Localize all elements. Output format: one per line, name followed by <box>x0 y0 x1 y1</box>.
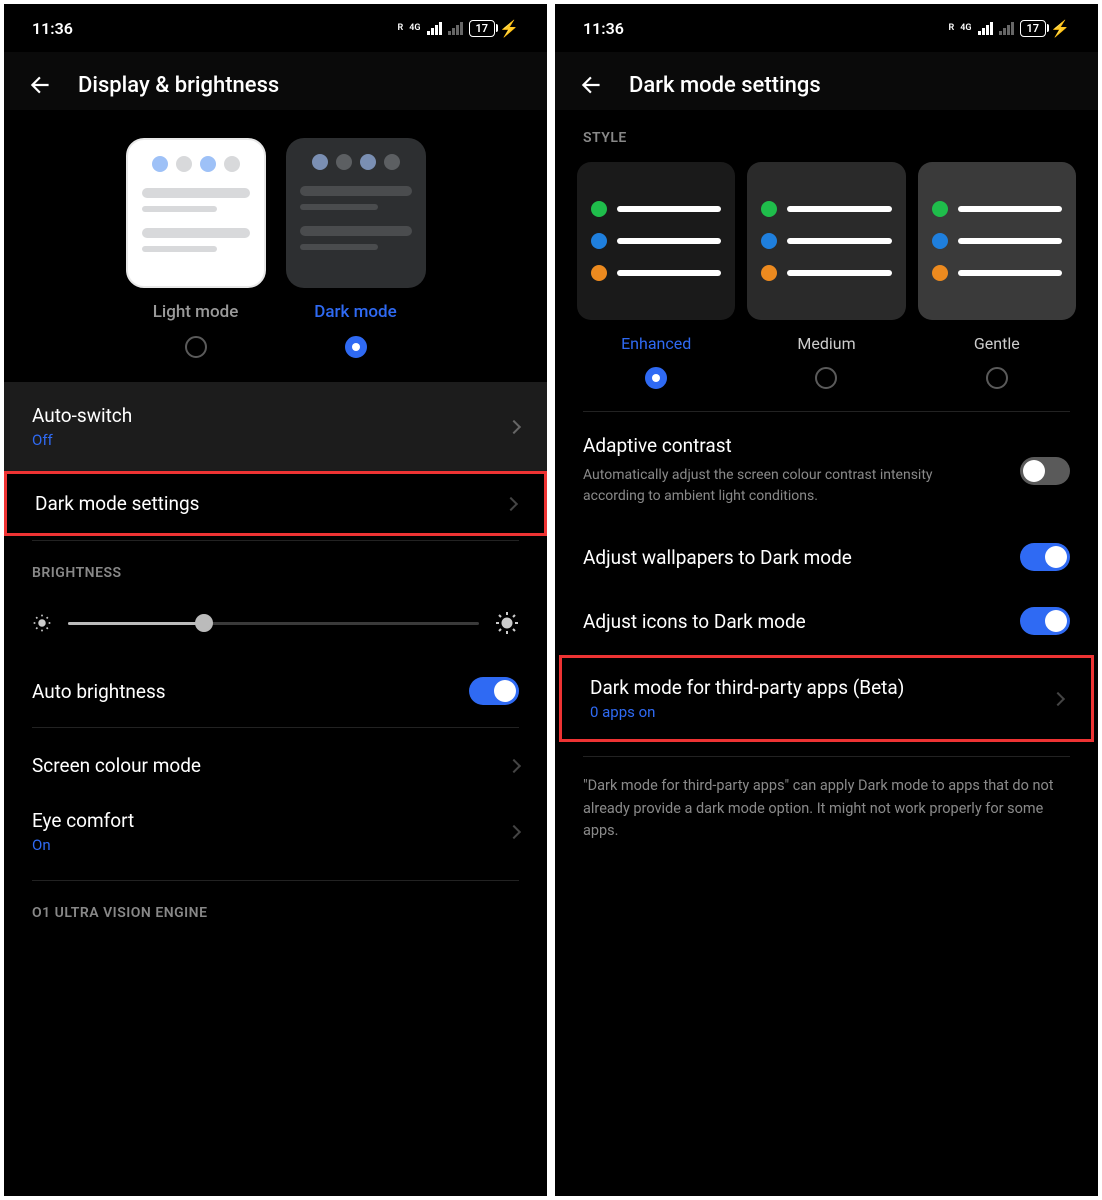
page-title: Dark mode settings <box>629 73 821 98</box>
auto-brightness-toggle[interactable] <box>469 677 519 705</box>
brightness-header: BRIGHTNESS <box>4 545 547 587</box>
brightness-slider-row <box>4 587 547 659</box>
medium-radio[interactable] <box>815 367 837 389</box>
dark-label: Dark mode <box>314 302 397 322</box>
phone-right: 11:36 R 4G 17 ⚡ Dark mode settings STYLE… <box>555 4 1098 1196</box>
adjust-wallpapers-toggle[interactable] <box>1020 543 1070 571</box>
page-title: Display & brightness <box>78 73 279 98</box>
network-sub: R <box>398 24 404 33</box>
enhanced-radio[interactable] <box>645 367 667 389</box>
chevron-right-icon <box>507 419 521 433</box>
screen-colour-title: Screen colour mode <box>32 754 201 777</box>
adaptive-title: Adaptive contrast <box>583 434 963 457</box>
back-icon[interactable] <box>28 72 54 98</box>
chevron-right-icon <box>507 758 521 772</box>
status-bar: 11:36 R 4G 17 ⚡ <box>555 4 1098 52</box>
enhanced-label: Enhanced <box>621 334 691 353</box>
signal-icon <box>978 22 993 35</box>
dark-mode-settings-row[interactable]: Dark mode settings <box>4 471 547 536</box>
style-medium[interactable]: Medium <box>747 162 905 389</box>
third-party-apps-row[interactable]: Dark mode for third-party apps (Beta) 0 … <box>559 655 1094 742</box>
adjust-wallpapers-title: Adjust wallpapers to Dark mode <box>583 546 852 569</box>
phone-left: 11:36 R 4G 17 ⚡ Display & brightness Lig… <box>4 4 547 1196</box>
signal-icon-2 <box>999 22 1014 35</box>
auto-switch-row[interactable]: Auto-switch Off <box>4 382 547 471</box>
dark-preview <box>286 138 426 288</box>
chevron-right-icon <box>507 824 521 838</box>
divider <box>32 540 519 541</box>
engine-header: O1 ULTRA VISION ENGINE <box>4 885 547 927</box>
screen-colour-row[interactable]: Screen colour mode <box>4 732 547 799</box>
adjust-wallpapers-row[interactable]: Adjust wallpapers to Dark mode <box>555 525 1098 589</box>
header: Dark mode settings <box>555 52 1098 110</box>
clock: 11:36 <box>32 19 73 38</box>
eye-comfort-row[interactable]: Eye comfort On <box>4 799 547 876</box>
divider <box>32 880 519 881</box>
adaptive-desc: Automatically adjust the screen colour c… <box>583 465 963 507</box>
chevron-right-icon <box>504 496 518 510</box>
auto-brightness-row[interactable]: Auto brightness <box>4 659 547 723</box>
divider <box>583 411 1070 412</box>
sun-large-icon <box>495 611 519 635</box>
battery-icon: 17 <box>469 20 496 37</box>
medium-preview <box>747 162 905 320</box>
style-grid: Enhanced Medium Gentle <box>555 152 1098 407</box>
divider <box>32 727 519 728</box>
style-gentle[interactable]: Gentle <box>918 162 1076 389</box>
eye-comfort-value: On <box>32 836 134 854</box>
header: Display & brightness <box>4 52 547 110</box>
back-icon[interactable] <box>579 72 605 98</box>
eye-comfort-title: Eye comfort <box>32 809 134 832</box>
adjust-icons-row[interactable]: Adjust icons to Dark mode <box>555 589 1098 653</box>
footer-info: "Dark mode for third-party apps" can app… <box>555 761 1098 856</box>
light-mode-option[interactable]: Light mode <box>126 138 266 358</box>
clock: 11:36 <box>583 19 624 38</box>
mode-chooser: Light mode Dark mode <box>4 110 547 382</box>
signal-icon-2 <box>448 22 463 35</box>
gentle-radio[interactable] <box>986 367 1008 389</box>
network-type: 4G <box>960 24 971 33</box>
status-right: R 4G 17 ⚡ <box>949 19 1071 38</box>
charging-icon: ⚡ <box>1050 19 1070 38</box>
third-party-title: Dark mode for third-party apps (Beta) <box>590 676 904 699</box>
dark-settings-title: Dark mode settings <box>35 492 200 515</box>
gentle-preview <box>918 162 1076 320</box>
style-enhanced[interactable]: Enhanced <box>577 162 735 389</box>
enhanced-preview <box>577 162 735 320</box>
style-header: STYLE <box>555 110 1098 152</box>
adjust-icons-title: Adjust icons to Dark mode <box>583 610 806 633</box>
adjust-icons-toggle[interactable] <box>1020 607 1070 635</box>
signal-icon <box>427 22 442 35</box>
auto-switch-title: Auto-switch <box>32 404 132 427</box>
chevron-right-icon <box>1051 692 1065 706</box>
light-preview <box>126 138 266 288</box>
charging-icon: ⚡ <box>499 19 519 38</box>
divider <box>583 756 1070 757</box>
light-label: Light mode <box>153 302 239 322</box>
medium-label: Medium <box>797 334 855 353</box>
dark-mode-option[interactable]: Dark mode <box>286 138 426 358</box>
adaptive-toggle[interactable] <box>1020 457 1070 485</box>
status-bar: 11:36 R 4G 17 ⚡ <box>4 4 547 52</box>
sun-small-icon <box>32 613 52 633</box>
adaptive-contrast-row[interactable]: Adaptive contrast Automatically adjust t… <box>555 416 1098 525</box>
dark-radio[interactable] <box>345 336 367 358</box>
light-radio[interactable] <box>185 336 207 358</box>
auto-brightness-title: Auto brightness <box>32 680 166 703</box>
network-sub: R <box>949 24 955 33</box>
auto-switch-value: Off <box>32 431 132 449</box>
brightness-slider[interactable] <box>68 622 479 625</box>
third-party-value: 0 apps on <box>590 703 904 721</box>
network-type: 4G <box>409 24 420 33</box>
gentle-label: Gentle <box>974 334 1020 353</box>
status-right: R 4G 17 ⚡ <box>398 19 520 38</box>
battery-icon: 17 <box>1020 20 1047 37</box>
